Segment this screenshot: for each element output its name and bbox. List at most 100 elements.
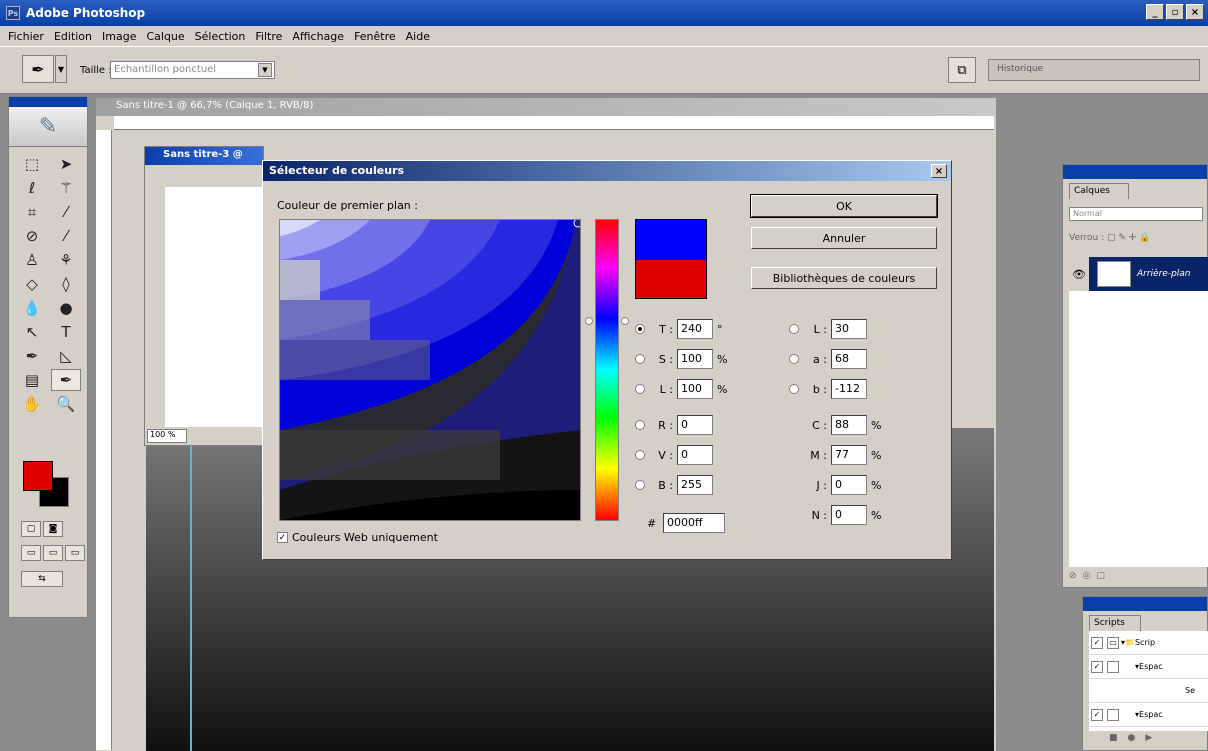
list-item[interactable]: ✓ ▾ Espac (1089, 655, 1208, 679)
hand-tool-icon[interactable]: ✋ (17, 393, 47, 415)
ok-button[interactable]: OK (750, 194, 938, 218)
dialog-toggle-icon[interactable] (1107, 708, 1119, 721)
zoom-level[interactable]: 100 % (147, 429, 187, 443)
eyedropper-tool-icon[interactable]: ✒ (51, 369, 81, 391)
magenta-input[interactable]: 77 (831, 445, 867, 465)
green-input[interactable]: 0 (677, 445, 713, 465)
hue-radio[interactable] (635, 324, 645, 334)
brightness-radio[interactable] (635, 384, 645, 394)
foreground-color-swatch[interactable] (23, 461, 53, 491)
blur-tool-icon[interactable]: 💧 (17, 297, 47, 319)
list-item[interactable]: ✓ ▾ Espac (1089, 703, 1208, 727)
scripts-footer-icons[interactable]: ■●▶ (1109, 733, 1162, 743)
list-item[interactable]: Se (1089, 679, 1208, 703)
zoom-tool-icon[interactable]: 🔍 (51, 393, 81, 415)
lab-a-input[interactable]: 68 (831, 349, 867, 369)
menu-calque[interactable]: Calque (146, 30, 184, 43)
red-input[interactable]: 0 (677, 415, 713, 435)
type-tool-icon[interactable]: T (51, 321, 81, 343)
red-radio[interactable] (635, 420, 645, 430)
lab-l-radio[interactable] (789, 324, 799, 334)
jump-to-imageready-icon[interactable]: ⇆ (21, 571, 63, 587)
scripts-tab[interactable]: Scripts (1089, 615, 1141, 631)
lab-b-input[interactable]: -112 (831, 379, 867, 399)
lab-l-input[interactable]: 30 (831, 319, 867, 339)
hue-input[interactable]: 240 (677, 319, 713, 339)
quick-mask-mode-icon[interactable]: ◙ (43, 521, 63, 537)
maximize-button[interactable]: ▫ (1166, 4, 1184, 20)
menu-edition[interactable]: Edition (54, 30, 92, 43)
blend-mode-select[interactable]: Normal (1069, 207, 1203, 221)
lock-icons[interactable]: ▢ ✎ ✛ 🔒 (1107, 233, 1150, 243)
screen-mode-full-menu-icon[interactable]: ▭ (43, 545, 63, 561)
layers-footer-icons[interactable]: ⊘◎▢ (1069, 571, 1111, 581)
menu-affichage[interactable]: Affichage (292, 30, 344, 43)
document-3-canvas[interactable] (165, 187, 265, 427)
yellow-input[interactable]: 0 (831, 475, 867, 495)
check-icon[interactable]: ✓ (1091, 660, 1103, 673)
minimize-button[interactable]: _ (1146, 4, 1164, 20)
chevron-down-icon[interactable]: ▼ (55, 55, 67, 83)
color-libraries-button[interactable]: Bibliothèques de couleurs (751, 267, 937, 289)
screen-mode-full-icon[interactable]: ▭ (65, 545, 85, 561)
black-input[interactable]: 0 (831, 505, 867, 525)
hue-slider-left-handle[interactable] (585, 317, 593, 325)
marquee-tool-icon[interactable]: ⬚ (17, 153, 47, 175)
dodge-tool-icon[interactable]: ● (51, 297, 81, 319)
web-colors-only-checkbox[interactable]: ✓ (277, 532, 288, 543)
color-field[interactable] (279, 219, 581, 521)
shape-tool-icon[interactable]: ◺ (51, 345, 81, 367)
slice-tool-icon[interactable]: ⁄ (51, 201, 81, 223)
guide-line[interactable] (190, 440, 192, 751)
eyedropper-preset-icon[interactable]: ✒ (22, 55, 54, 83)
menu-image[interactable]: Image (102, 30, 136, 43)
history-brush-tool-icon[interactable]: ⚘ (51, 249, 81, 271)
notes-tool-icon[interactable]: ▤ (17, 369, 47, 391)
sample-size-select[interactable]: Echantillon ponctuel ▼ (110, 61, 275, 79)
brush-tool-icon[interactable]: ⁄ (51, 225, 81, 247)
dialog-close-button[interactable]: × (931, 164, 947, 178)
menu-fenetre[interactable]: Fenêtre (354, 30, 396, 43)
saturation-radio[interactable] (635, 354, 645, 364)
brightness-input[interactable]: 100 (677, 379, 713, 399)
palette-well-icon[interactable]: ⧉ (948, 57, 976, 83)
menu-filtre[interactable]: Filtre (255, 30, 282, 43)
cancel-button[interactable]: Annuler (751, 227, 937, 249)
menu-selection[interactable]: Sélection (195, 30, 246, 43)
magic-wand-tool-icon[interactable]: ⚚ (51, 177, 81, 199)
crop-tool-icon[interactable]: ⌗ (17, 201, 47, 223)
dialog-toggle-icon[interactable] (1107, 660, 1119, 673)
standard-mode-icon[interactable]: ▢ (21, 521, 41, 537)
close-button[interactable]: × (1186, 4, 1204, 20)
green-radio[interactable] (635, 450, 645, 460)
move-tool-icon[interactable]: ➤ (51, 153, 81, 175)
lasso-tool-icon[interactable]: ℓ (17, 177, 47, 199)
eraser-tool-icon[interactable]: ◇ (17, 273, 47, 295)
blue-radio[interactable] (635, 480, 645, 490)
cyan-input[interactable]: 88 (831, 415, 867, 435)
check-icon[interactable]: ✓ (1091, 708, 1103, 721)
hue-slider[interactable] (595, 219, 619, 521)
web-colors-only-option[interactable]: ✓ Couleurs Web uniquement (277, 531, 438, 544)
eye-icon[interactable]: 👁 (1069, 257, 1089, 291)
list-item[interactable]: ✓ ▭ ▾📁 Scrip (1089, 631, 1208, 655)
clone-stamp-tool-icon[interactable]: ♙ (17, 249, 47, 271)
healing-brush-tool-icon[interactable]: ⊘ (17, 225, 47, 247)
screen-mode-standard-icon[interactable]: ▭ (21, 545, 41, 561)
lab-a-radio[interactable] (789, 354, 799, 364)
dialog-toggle-icon[interactable]: ▭ (1107, 636, 1119, 649)
hex-input[interactable]: 0000ff (663, 513, 725, 533)
layers-tab[interactable]: Calques (1069, 183, 1129, 199)
menu-aide[interactable]: Aide (406, 30, 430, 43)
pen-tool-icon[interactable]: ✒ (17, 345, 47, 367)
layer-row[interactable]: 👁 Arrière-plan (1069, 257, 1208, 291)
blue-input[interactable]: 255 (677, 475, 713, 495)
lab-b-radio[interactable] (789, 384, 799, 394)
paint-bucket-tool-icon[interactable]: ◊ (51, 273, 81, 295)
check-icon[interactable]: ✓ (1091, 636, 1103, 649)
history-palette-tab[interactable]: Historique (988, 59, 1200, 81)
path-selection-tool-icon[interactable]: ↖ (17, 321, 47, 343)
hue-slider-right-handle[interactable] (621, 317, 629, 325)
menu-fichier[interactable]: Fichier (8, 30, 44, 43)
feather-logo-icon[interactable]: ✎ (9, 107, 87, 147)
